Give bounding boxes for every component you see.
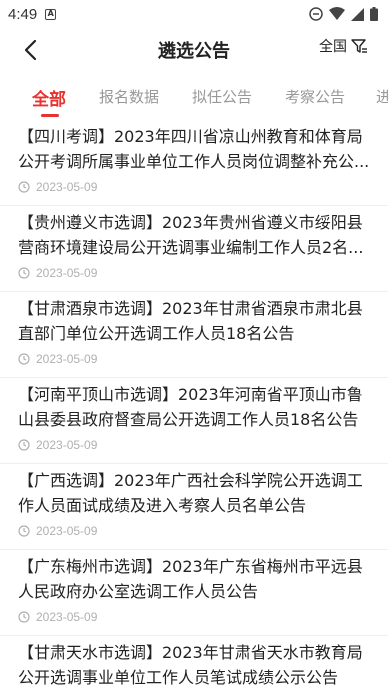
- article-date: 2023-05-09: [36, 610, 98, 624]
- region-filter-label: 全国: [319, 39, 347, 55]
- clock-icon: [18, 525, 30, 537]
- do-not-disturb-icon: [309, 7, 323, 21]
- tab-appointment-notice[interactable]: 拟任公告: [192, 86, 252, 107]
- article-title: 【四川考调】2023年四川省凉山州教育和体育局公开考调所属事业单位工作人员岗位调…: [18, 127, 370, 171]
- list-item[interactable]: 【贵州遵义市选调】2023年贵州省遵义市绥阳县营商环境建设局公开选调事业编制工作…: [0, 206, 388, 292]
- article-meta: 2023-05-09: [18, 524, 370, 538]
- clock-icon: [18, 267, 30, 279]
- article-date: 2023-05-09: [36, 352, 98, 366]
- status-bar: 4:49 A: [0, 0, 388, 28]
- wifi-icon: [329, 7, 345, 20]
- battery-icon: [370, 7, 378, 21]
- region-filter-button[interactable]: 全国: [319, 36, 368, 56]
- article-title: 【甘肃天水市选调】2023年甘肃省天水市教育局公开选调事业单位工作人员笔试成绩公…: [18, 643, 363, 687]
- article-list: 【四川考调】2023年四川省凉山州教育和体育局公开考调所属事业单位工作人员岗位调…: [0, 120, 388, 689]
- list-item[interactable]: 【甘肃酒泉市选调】2023年甘肃省酒泉市肃北县直部门单位公开选调工作人员18名公…: [0, 292, 388, 378]
- article-title: 【广东梅州市选调】2023年广东省梅州市平远县人民政府办公室选调工作人员公告: [18, 557, 363, 601]
- signal-icon: [351, 7, 364, 21]
- nav-bar: 遴选公告 全国: [0, 28, 388, 72]
- tab-more[interactable]: 进: [376, 86, 388, 107]
- list-item[interactable]: 【河南平顶山市选调】2023年河南省平顶山市鲁山县委县政府督查局公开选调工作人员…: [0, 378, 388, 464]
- a-icon: A: [45, 8, 57, 20]
- clock-icon: [18, 611, 30, 623]
- article-meta: 2023-05-09: [18, 610, 370, 624]
- clock-icon: [18, 181, 30, 193]
- article-date: 2023-05-09: [36, 438, 98, 452]
- article-title: 【广西选调】2023年广西社会科学院公开选调工作人员面试成绩及进入考察人员名单公…: [18, 471, 363, 515]
- article-title: 【河南平顶山市选调】2023年河南省平顶山市鲁山县委县政府督查局公开选调工作人员…: [18, 385, 363, 429]
- article-meta: 2023-05-09: [18, 438, 370, 452]
- tab-all[interactable]: 全部: [32, 85, 66, 110]
- article-meta: 2023-05-09: [18, 352, 370, 366]
- list-item[interactable]: 【四川考调】2023年四川省凉山州教育和体育局公开考调所属事业单位工作人员岗位调…: [0, 120, 388, 206]
- clock-icon: [18, 353, 30, 365]
- article-title: 【贵州遵义市选调】2023年贵州省遵义市绥阳县营商环境建设局公开选调事业编制工作…: [18, 213, 364, 257]
- article-date: 2023-05-09: [36, 180, 98, 194]
- status-icons: [309, 7, 378, 21]
- status-time: 4:49: [8, 5, 38, 23]
- tab-inspection-notice[interactable]: 考察公告: [285, 86, 345, 107]
- list-item[interactable]: 【广东梅州市选调】2023年广东省梅州市平远县人民政府办公室选调工作人员公告 2…: [0, 550, 388, 636]
- active-tab-indicator: [41, 114, 59, 117]
- article-title: 【甘肃酒泉市选调】2023年甘肃省酒泉市肃北县直部门单位公开选调工作人员18名公…: [18, 299, 363, 343]
- article-date: 2023-05-09: [36, 524, 98, 538]
- article-meta: 2023-05-09: [18, 180, 370, 194]
- list-item[interactable]: 【甘肃天水市选调】2023年甘肃省天水市教育局公开选调事业单位工作人员笔试成绩公…: [0, 636, 388, 689]
- filter-funnel-icon: [351, 39, 367, 53]
- list-item[interactable]: 【广西选调】2023年广西社会科学院公开选调工作人员面试成绩及进入考察人员名单公…: [0, 464, 388, 550]
- clock-icon: [18, 439, 30, 451]
- category-tabs: 全部 报名数据 拟任公告 考察公告 进: [0, 78, 388, 120]
- tab-registration-data[interactable]: 报名数据: [99, 86, 159, 107]
- article-date: 2023-05-09: [36, 266, 98, 280]
- article-meta: 2023-05-09: [18, 266, 370, 280]
